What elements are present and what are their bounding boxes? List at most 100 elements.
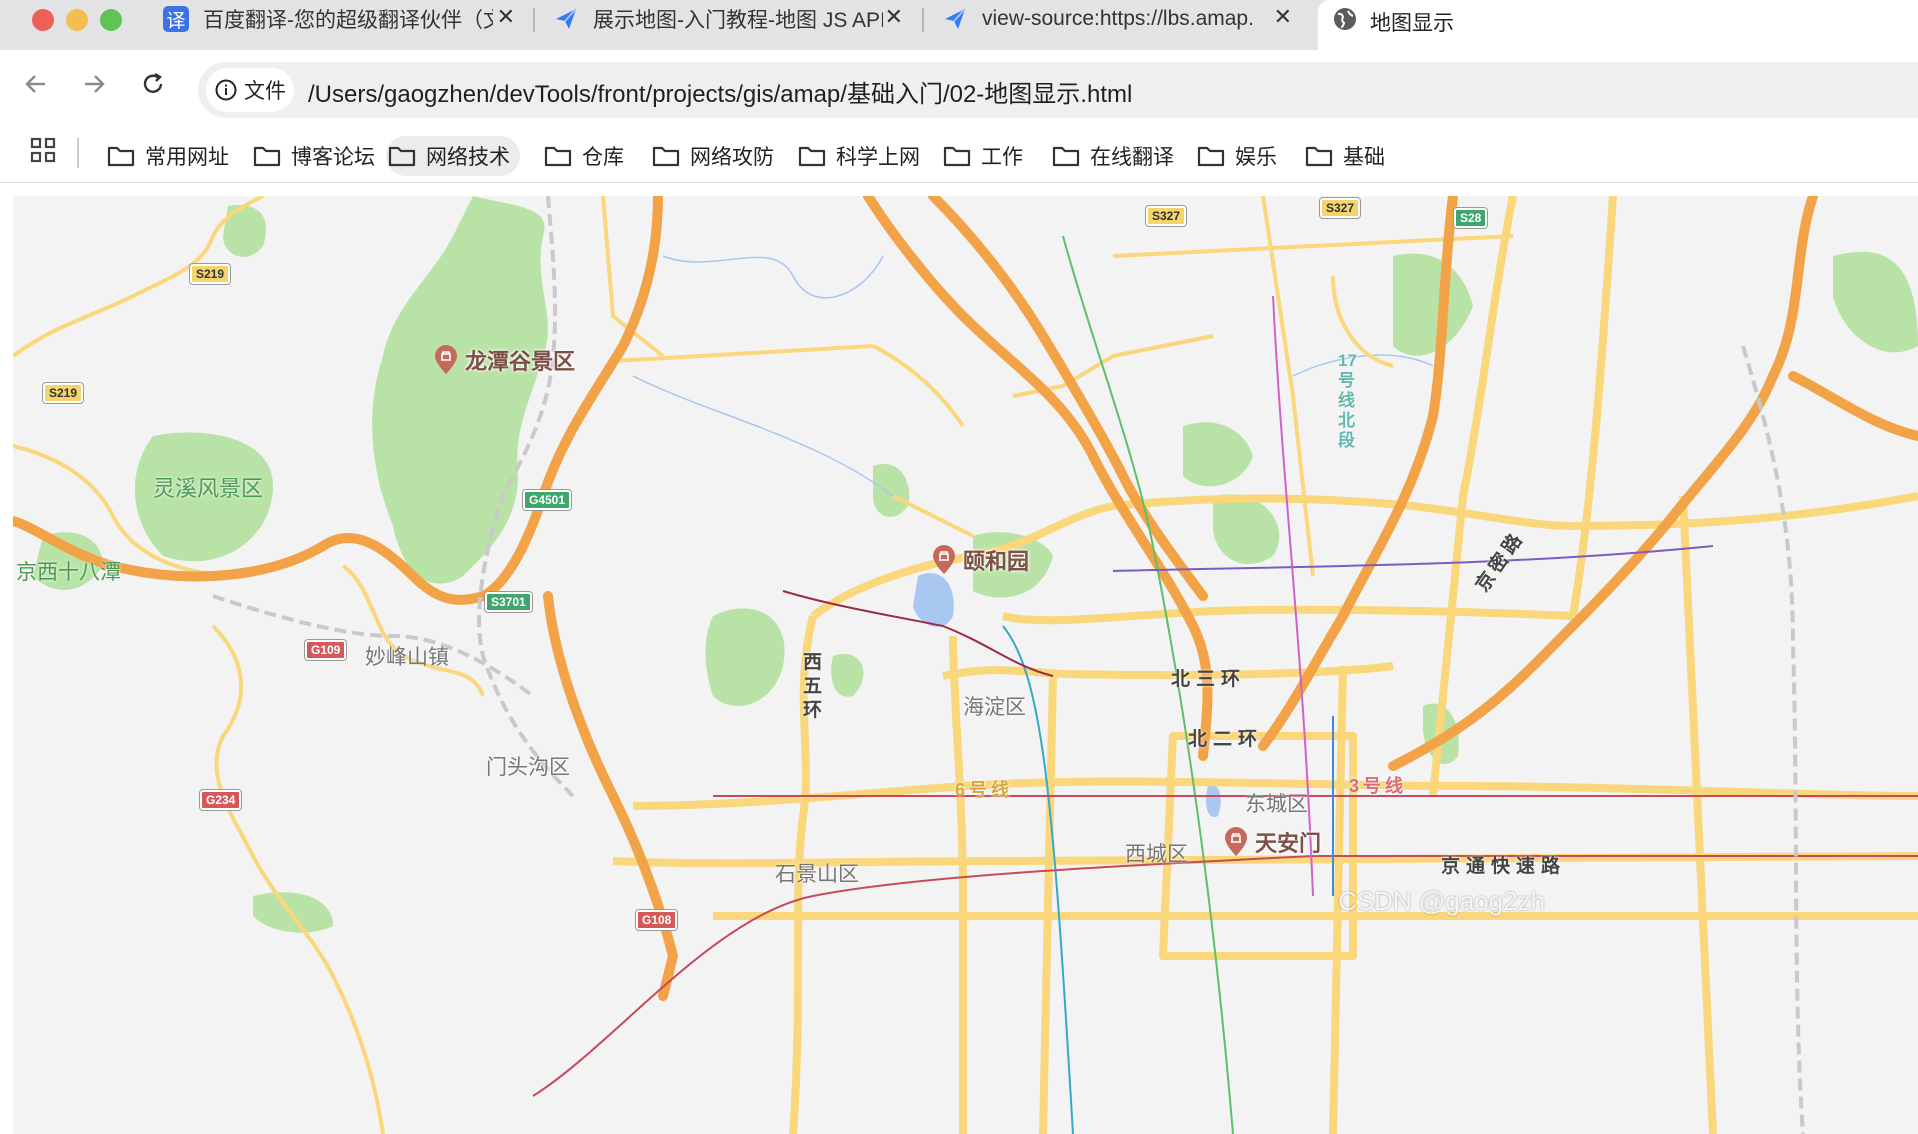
poi-label: 天安门 bbox=[1255, 831, 1322, 856]
arrow-right-icon bbox=[85, 75, 105, 93]
bookmark-folder[interactable]: 基础 bbox=[1303, 136, 1395, 176]
bookmark-folder[interactable]: 网络技术 bbox=[386, 136, 520, 176]
bookmark-label: 基础 bbox=[1343, 146, 1385, 169]
forward-button[interactable] bbox=[74, 64, 114, 104]
browser-toolbar: 文件 /Users/gaogzhen/devTools/front/projec… bbox=[0, 50, 1918, 130]
bookmark-label: 博客论坛 bbox=[291, 146, 375, 169]
subway-label-line-17: 17号线北段 bbox=[1338, 351, 1357, 450]
arrow-left-icon bbox=[25, 75, 45, 93]
folder-icon bbox=[544, 146, 572, 167]
folder-icon bbox=[1305, 146, 1333, 167]
road-shield: S327 bbox=[1146, 206, 1187, 226]
scenic-label: 京西十八潭 bbox=[16, 561, 121, 584]
bookmark-folder[interactable]: 常用网址 bbox=[105, 136, 239, 176]
security-chip-label: 文件 bbox=[244, 80, 286, 103]
tab-title: 展示地图-入门教程-地图 JS API bbox=[593, 9, 883, 32]
maximize-window-button[interactable] bbox=[100, 9, 122, 31]
district-label: 西城区 bbox=[1125, 843, 1188, 866]
poi-summer-palace[interactable]: 颐和园 bbox=[931, 544, 1029, 576]
watermark: CSDN @gaog2zh bbox=[1338, 886, 1546, 916]
folder-icon bbox=[943, 146, 971, 167]
district-label: 门头沟区 bbox=[486, 756, 570, 779]
scenic-pin-icon bbox=[931, 545, 957, 575]
url-text[interactable]: /Users/gaogzhen/devTools/front/projects/… bbox=[308, 74, 1132, 109]
district-label: 妙峰山镇 bbox=[365, 646, 449, 669]
tab-separator bbox=[533, 8, 535, 32]
tab-strip: 译 百度翻译-您的超级翻译伙伴（文 ✕ 展示地图-入门教程-地图 JS API … bbox=[0, 0, 1918, 50]
site-info-chip[interactable]: 文件 bbox=[206, 68, 294, 112]
translate-icon-glyph: 译 bbox=[166, 10, 186, 32]
district-label: 东城区 bbox=[1245, 793, 1308, 816]
tab-baidu-translate[interactable]: 译 百度翻译-您的超级翻译伙伴（文 ✕ bbox=[163, 0, 515, 38]
amap-paper-plane-icon bbox=[942, 6, 968, 32]
close-tab-icon[interactable]: ✕ bbox=[1274, 4, 1292, 30]
translate-icon: 译 bbox=[163, 6, 189, 32]
road-shield: G109 bbox=[305, 640, 347, 660]
folder-icon bbox=[1197, 146, 1225, 167]
road-label-north-3rd-ring: 北三环 bbox=[1171, 669, 1247, 690]
bookmark-label: 在线翻译 bbox=[1090, 146, 1174, 169]
subway-label-line-3: 3号线 bbox=[1349, 776, 1408, 796]
folder-icon bbox=[253, 146, 281, 167]
bookmark-folder[interactable]: 娱乐 bbox=[1195, 136, 1287, 176]
scenic-label: 灵溪风景区 bbox=[153, 476, 264, 501]
folder-icon bbox=[107, 146, 135, 167]
tab-title: view-source:https://lbs.amap. bbox=[982, 7, 1254, 30]
tab-title: 百度翻译-您的超级翻译伙伴（文 bbox=[203, 9, 493, 32]
district-label: 石景山区 bbox=[775, 863, 859, 886]
bookmark-folder[interactable]: 科学上网 bbox=[796, 136, 930, 176]
active-tab-map-display[interactable]: 地图显示 bbox=[1318, 0, 1918, 50]
bookmark-folder[interactable]: 工作 bbox=[941, 136, 1033, 176]
tab-title: 地图显示 bbox=[1370, 12, 1454, 35]
close-window-button[interactable] bbox=[32, 9, 54, 31]
bookmark-label: 娱乐 bbox=[1235, 146, 1277, 169]
bookmark-folder[interactable]: 在线翻译 bbox=[1050, 136, 1184, 176]
folder-icon bbox=[652, 146, 680, 167]
amap-paper-plane-icon bbox=[553, 6, 579, 32]
road-shield: G234 bbox=[200, 790, 242, 810]
subway-label-line-6: 6号线 bbox=[955, 780, 1014, 800]
minimize-window-button[interactable] bbox=[66, 9, 88, 31]
reload-button[interactable] bbox=[133, 64, 173, 104]
folder-icon bbox=[1052, 146, 1080, 167]
road-label-west-5th-ring: 西五环 bbox=[803, 652, 823, 721]
bookmark-label: 工作 bbox=[981, 146, 1023, 169]
address-bar[interactable]: 文件 /Users/gaogzhen/devTools/front/projec… bbox=[198, 62, 1918, 118]
road-shield: S28 bbox=[1454, 208, 1488, 228]
poi-tiananmen[interactable]: 天安门 bbox=[1223, 826, 1321, 858]
road-shield: G4501 bbox=[523, 490, 572, 510]
bookmarks-bar: 常用网址 博客论坛 网络技术 仓库 网络攻防 科学上网 工作 在线翻译 娱乐 基础 bbox=[0, 130, 1918, 183]
bookmark-label: 科学上网 bbox=[836, 146, 920, 169]
road-shield: S3701 bbox=[485, 592, 532, 612]
scenic-pin-icon bbox=[433, 345, 459, 375]
road-shield: S219 bbox=[190, 264, 231, 284]
poi-label: 颐和园 bbox=[963, 549, 1030, 574]
longtan-green bbox=[372, 196, 548, 584]
tab-amap-tutorial[interactable]: 展示地图-入门教程-地图 JS API ✕ bbox=[553, 0, 903, 38]
folder-icon bbox=[388, 146, 416, 167]
tab-view-source[interactable]: view-source:https://lbs.amap. ✕ bbox=[942, 0, 1292, 38]
info-icon bbox=[215, 79, 237, 101]
apps-grid-icon[interactable] bbox=[30, 137, 56, 168]
bookmark-label: 仓库 bbox=[582, 146, 624, 169]
district-label: 海淀区 bbox=[963, 696, 1026, 719]
reload-icon bbox=[143, 72, 163, 93]
bookmarks-divider bbox=[77, 138, 79, 168]
bookmark-folder[interactable]: 网络攻防 bbox=[650, 136, 784, 176]
map-base-layer bbox=[13, 196, 1918, 1134]
road-label-jingtong-expressway: 京通快速路 bbox=[1441, 856, 1567, 877]
bookmark-label: 网络攻防 bbox=[690, 146, 774, 169]
bookmark-folder[interactable]: 博客论坛 bbox=[251, 136, 385, 176]
poi-longtan-valley[interactable]: 龙潭谷景区 bbox=[433, 344, 575, 376]
bookmark-label: 常用网址 bbox=[145, 146, 229, 169]
bookmark-folder[interactable]: 仓库 bbox=[542, 136, 634, 176]
road-shield: G108 bbox=[636, 910, 678, 930]
tab-separator bbox=[922, 8, 924, 32]
close-tab-icon[interactable]: ✕ bbox=[885, 4, 903, 30]
bookmark-label: 网络技术 bbox=[426, 146, 510, 169]
back-button[interactable] bbox=[16, 64, 56, 104]
globe-icon bbox=[1332, 6, 1358, 37]
close-tab-icon[interactable]: ✕ bbox=[497, 4, 515, 30]
map-canvas[interactable]: 龙潭谷景区 颐和园 天安门 灵溪风景区 京西十八潭 妙峰山镇 门头沟区 海淀区 … bbox=[13, 196, 1918, 1134]
road-label-north-2nd-ring: 北二环 bbox=[1188, 729, 1264, 750]
